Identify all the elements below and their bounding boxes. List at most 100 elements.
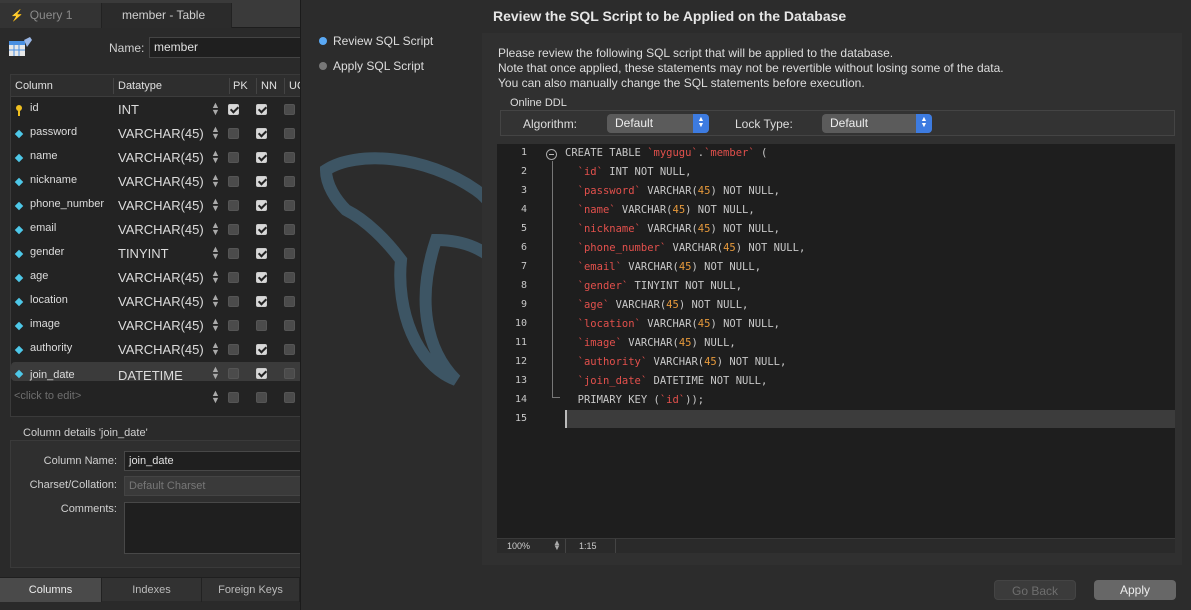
uq-checkbox[interactable] (284, 248, 295, 259)
column-name-cell[interactable]: gender (30, 246, 64, 258)
table-name-input[interactable]: member (149, 37, 300, 58)
datatype-stepper-icon[interactable]: ▲ ▼ (211, 101, 220, 117)
charset-select[interactable]: Default Charset (124, 476, 300, 496)
datatype-stepper-icon[interactable]: ▲ ▼ (211, 293, 220, 309)
datatype-cell[interactable]: DATETIME (118, 366, 183, 385)
go-back-button[interactable]: Go Back (994, 580, 1076, 600)
fold-collapse-icon[interactable] (546, 149, 557, 160)
nn-checkbox[interactable] (256, 368, 267, 379)
column-header-uq[interactable]: UQ (289, 80, 300, 92)
table-row[interactable]: phone_number VARCHAR(45) ▲ ▼ (11, 194, 300, 218)
uq-checkbox[interactable] (284, 344, 295, 355)
uq-checkbox[interactable] (284, 200, 295, 211)
comments-textarea[interactable] (124, 502, 300, 554)
datatype-cell[interactable]: VARCHAR(45) (118, 270, 204, 285)
nn-checkbox[interactable] (256, 104, 267, 115)
column-name-cell[interactable]: authority (30, 342, 72, 354)
nn-checkbox[interactable] (256, 392, 267, 403)
nn-checkbox[interactable] (256, 200, 267, 211)
uq-checkbox[interactable] (284, 272, 295, 283)
datatype-stepper-icon[interactable]: ▲ ▼ (211, 245, 220, 261)
pk-checkbox[interactable] (228, 320, 239, 331)
zoom-level[interactable]: 100% (507, 541, 530, 551)
nn-checkbox[interactable] (256, 128, 267, 139)
table-row[interactable]: gender TINYINT ▲ ▼ (11, 242, 300, 266)
datatype-cell[interactable]: INT (118, 102, 139, 117)
pk-checkbox[interactable] (228, 152, 239, 163)
datatype-cell[interactable]: VARCHAR(45) (118, 318, 204, 333)
tab-query-1[interactable]: ⚡ Query 1 (0, 3, 102, 28)
nn-checkbox[interactable] (256, 296, 267, 307)
pk-checkbox[interactable] (228, 344, 239, 355)
nn-checkbox[interactable] (256, 224, 267, 235)
apply-button[interactable]: Apply (1094, 580, 1176, 600)
pk-checkbox[interactable] (228, 368, 239, 379)
column-name-field[interactable]: join_date (124, 451, 300, 471)
table-row[interactable]: nickname VARCHAR(45) ▲ ▼ (11, 170, 300, 194)
nn-checkbox[interactable] (256, 320, 267, 331)
table-row[interactable]: join_date DATETIME ▲ ▼ (11, 362, 300, 383)
uq-checkbox[interactable] (284, 128, 295, 139)
column-name-cell[interactable]: location (30, 294, 68, 306)
nn-checkbox[interactable] (256, 344, 267, 355)
datatype-cell[interactable]: VARCHAR(45) (118, 150, 204, 165)
columns-grid[interactable]: Column Datatype PK NN UQ idINT▲▼password… (10, 74, 300, 417)
tab-member-table[interactable]: member - Table (102, 3, 232, 28)
datatype-stepper-icon[interactable]: ▲ ▼ (211, 197, 220, 213)
uq-checkbox[interactable] (284, 176, 295, 187)
column-name-cell[interactable]: email (30, 222, 56, 234)
uq-checkbox[interactable] (284, 296, 295, 307)
uq-checkbox[interactable] (284, 320, 295, 331)
datatype-stepper-icon[interactable]: ▲ ▼ (211, 269, 220, 285)
column-header-pk[interactable]: PK (233, 80, 248, 92)
datatype-stepper-icon[interactable]: ▲ ▼ (211, 317, 220, 333)
datatype-cell[interactable]: VARCHAR(45) (118, 174, 204, 189)
datatype-stepper-icon[interactable]: ▲ ▼ (211, 365, 220, 381)
column-header-nn[interactable]: NN (261, 80, 277, 92)
tab-foreign-keys[interactable]: Foreign Keys (202, 578, 300, 602)
algorithm-select[interactable]: Default ▲ ▼ (607, 114, 709, 133)
pk-checkbox[interactable] (228, 224, 239, 235)
lock-type-select[interactable]: Default ▲ ▼ (822, 114, 932, 133)
datatype-cell[interactable]: VARCHAR(45) (118, 126, 204, 141)
pk-checkbox[interactable] (228, 296, 239, 307)
datatype-cell[interactable]: VARCHAR(45) (118, 342, 204, 357)
column-name-cell[interactable]: phone_number (30, 198, 104, 210)
column-name-cell[interactable]: password (30, 126, 77, 138)
table-row[interactable]: authority VARCHAR(45) ▲ ▼ (11, 338, 300, 362)
datatype-cell[interactable]: VARCHAR(45) (118, 198, 204, 213)
column-name-cell[interactable]: age (30, 270, 48, 282)
datatype-stepper-icon[interactable]: ▲ ▼ (211, 125, 220, 141)
datatype-stepper-icon[interactable]: ▲ ▼ (211, 389, 220, 405)
tab-columns[interactable]: Columns (0, 578, 102, 602)
column-name-cell[interactable]: id (30, 102, 39, 114)
click-to-edit-placeholder[interactable]: <click to edit> (14, 390, 81, 402)
column-name-cell[interactable]: nickname (30, 174, 77, 186)
nn-checkbox[interactable] (256, 152, 267, 163)
pk-checkbox[interactable] (228, 272, 239, 283)
pk-checkbox[interactable] (228, 176, 239, 187)
datatype-stepper-icon[interactable]: ▲ ▼ (211, 341, 220, 357)
uq-checkbox[interactable] (284, 392, 295, 403)
pk-checkbox[interactable] (228, 128, 239, 139)
table-row[interactable]: email VARCHAR(45) ▲ ▼ (11, 218, 300, 242)
uq-checkbox[interactable] (284, 104, 295, 115)
zoom-stepper-icon[interactable]: ▲ ▼ (553, 539, 561, 552)
datatype-stepper-icon[interactable]: ▲ ▼ (211, 221, 220, 237)
nn-checkbox[interactable] (256, 176, 267, 187)
table-row[interactable]: id INT ▲ ▼ (11, 98, 300, 122)
sql-editor[interactable]: 1 2 3 4 5 6 7 8 9 10 11 12 13 14 15 CREATE TABLE `mygu… (497, 144, 1175, 538)
tab-indexes[interactable]: Indexes (102, 578, 202, 602)
new-column-row[interactable]: <click to edit> ▲ ▼ (11, 386, 300, 410)
column-name-cell[interactable]: image (30, 318, 60, 330)
nn-checkbox[interactable] (256, 272, 267, 283)
uq-checkbox[interactable] (284, 152, 295, 163)
table-row[interactable]: password VARCHAR(45) ▲ ▼ (11, 122, 300, 146)
column-name-cell[interactable]: name (30, 150, 58, 162)
datatype-stepper-icon[interactable]: ▲ ▼ (211, 149, 220, 165)
pk-checkbox[interactable] (228, 248, 239, 259)
uq-checkbox[interactable] (284, 368, 295, 379)
table-row[interactable]: age VARCHAR(45) ▲ ▼ (11, 266, 300, 290)
column-header-datatype[interactable]: Datatype (118, 80, 162, 92)
column-name-cell[interactable]: join_date (30, 366, 75, 385)
